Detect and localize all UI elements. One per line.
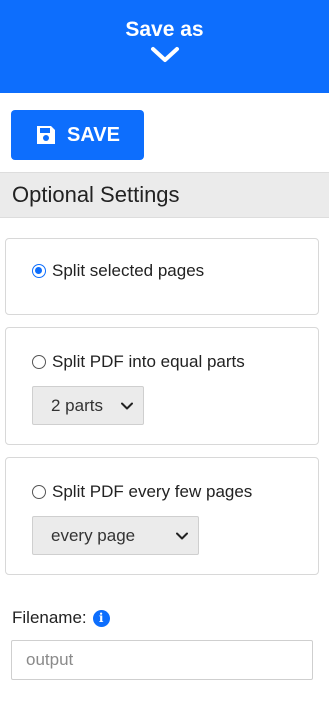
option-card-every-few-pages: Split PDF every few pages every page xyxy=(5,457,319,575)
chevron-down-icon xyxy=(176,532,188,539)
filename-label-row: Filename: i xyxy=(12,608,110,628)
split-selected-label[interactable]: Split selected pages xyxy=(52,261,204,281)
page-interval-select[interactable]: every page xyxy=(32,516,199,555)
header-title: Save as xyxy=(125,18,204,41)
info-icon[interactable]: i xyxy=(92,609,110,627)
section-title: Optional Settings xyxy=(12,182,180,207)
split-every-few-pages-label[interactable]: Split PDF every few pages xyxy=(52,482,252,502)
parts-count-select[interactable]: 2 parts xyxy=(32,386,144,425)
save-button-label: SAVE xyxy=(67,123,120,146)
filename-input[interactable] xyxy=(11,640,313,680)
option-card-split-selected: Split selected pages xyxy=(5,238,319,315)
split-every-few-pages-radio[interactable] xyxy=(32,485,46,499)
chevron-down-icon[interactable] xyxy=(150,45,180,65)
split-equal-parts-radio[interactable] xyxy=(32,355,46,369)
chevron-down-icon xyxy=(121,402,133,409)
split-selected-option[interactable]: Split selected pages xyxy=(32,261,204,281)
save-button[interactable]: SAVE xyxy=(11,110,144,160)
optional-settings-bar: Optional Settings xyxy=(0,172,329,218)
floppy-disk-icon xyxy=(37,126,55,144)
save-as-header[interactable]: Save as xyxy=(0,0,329,93)
split-selected-radio[interactable] xyxy=(32,264,46,278)
split-every-few-pages-option[interactable]: Split PDF every few pages xyxy=(32,482,252,502)
page-interval-value: every page xyxy=(51,525,136,545)
option-card-equal-parts: Split PDF into equal parts 2 parts xyxy=(5,327,319,445)
parts-count-value: 2 parts xyxy=(51,395,103,415)
split-equal-parts-option[interactable]: Split PDF into equal parts xyxy=(32,352,245,372)
filename-label: Filename: xyxy=(12,608,87,627)
split-equal-parts-label[interactable]: Split PDF into equal parts xyxy=(52,352,245,372)
